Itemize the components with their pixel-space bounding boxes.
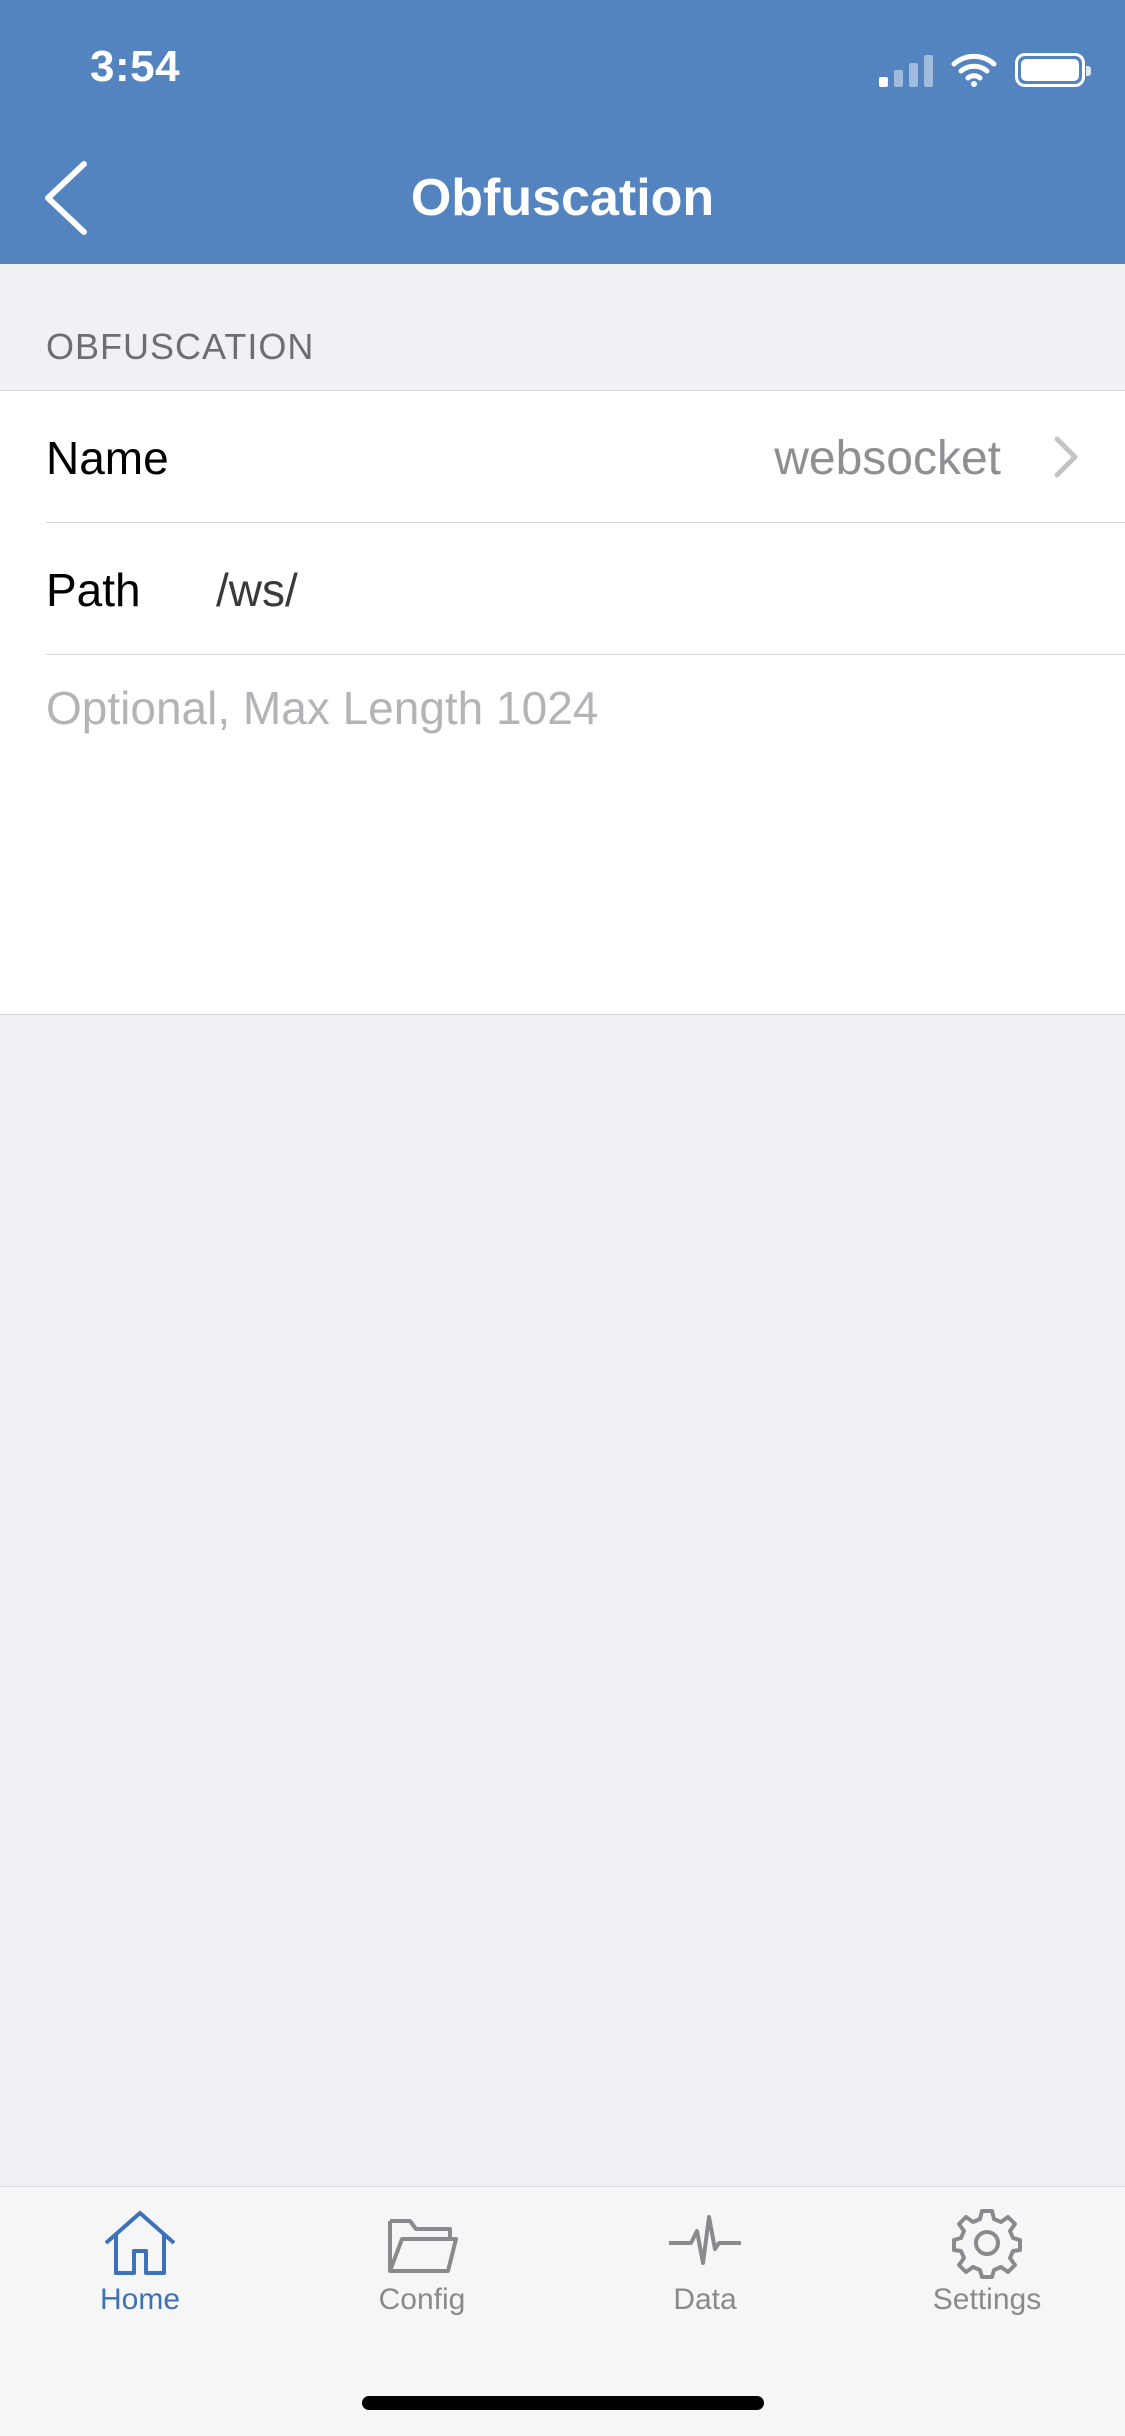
navigation-header: 3:54 Obfuscation bbox=[0, 0, 1125, 264]
signal-icon bbox=[879, 53, 933, 87]
name-label: Name bbox=[46, 432, 169, 484]
wifi-icon bbox=[951, 53, 997, 87]
home-indicator bbox=[362, 2396, 764, 2410]
home-icon bbox=[104, 2211, 176, 2275]
tab-settings[interactable]: Settings bbox=[887, 2207, 1087, 2327]
path-input[interactable]: /ws/ bbox=[216, 563, 298, 617]
page-title: Obfuscation bbox=[410, 169, 715, 227]
tab-label: Settings bbox=[932, 2283, 1042, 2316]
obfuscation-group: Name websocket Path /ws/ Optional, Max L… bbox=[0, 390, 1125, 1015]
tab-label: Data bbox=[673, 2283, 737, 2316]
pulse-icon bbox=[669, 2215, 741, 2265]
folder-icon bbox=[388, 2219, 458, 2273]
screen: 3:54 Obfuscation OBFUSCATION Name websoc… bbox=[0, 0, 1125, 2436]
tab-home[interactable]: Home bbox=[40, 2207, 240, 2327]
status-icons bbox=[879, 50, 1091, 90]
section-header: OBFUSCATION bbox=[46, 326, 315, 367]
tab-label: Home bbox=[99, 2283, 181, 2316]
tab-label: Config bbox=[378, 2283, 466, 2316]
divider bbox=[46, 654, 1125, 655]
path-row: Path /ws/ bbox=[0, 523, 1125, 655]
chevron-right-icon bbox=[1054, 436, 1078, 478]
name-row[interactable]: Name websocket bbox=[0, 391, 1125, 523]
name-value: websocket bbox=[774, 432, 1001, 485]
gear-icon bbox=[952, 2209, 1022, 2279]
tab-data[interactable]: Data bbox=[605, 2207, 805, 2327]
battery-icon bbox=[1015, 53, 1091, 87]
path-label: Path bbox=[46, 564, 141, 616]
status-time: 3:54 bbox=[90, 42, 181, 91]
tab-config[interactable]: Config bbox=[322, 2207, 522, 2327]
path-hint-textarea[interactable]: Optional, Max Length 1024 bbox=[46, 681, 598, 735]
